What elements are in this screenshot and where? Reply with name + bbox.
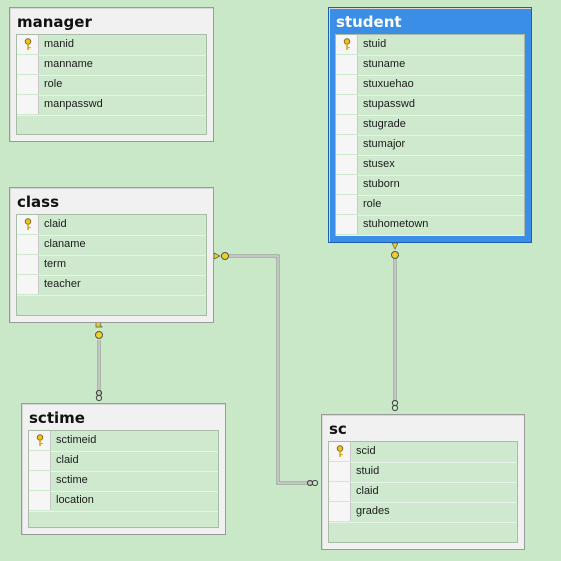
- column-name: claid: [44, 218, 67, 230]
- column-name: scid: [356, 445, 376, 457]
- column-row[interactable]: sctimeid: [29, 431, 218, 452]
- column-row[interactable]: stuname: [336, 55, 524, 76]
- column-row[interactable]: manname: [17, 55, 206, 76]
- column-name: stugrade: [363, 118, 406, 130]
- class-sc-relationship[interactable]: [228, 254, 312, 485]
- column-row[interactable]: stuhometown: [336, 215, 524, 236]
- column-row[interactable]: manpasswd: [17, 95, 206, 116]
- key-end-icon: [391, 242, 399, 259]
- primary-key-icon: [336, 445, 344, 457]
- column-name: claname: [44, 238, 86, 250]
- column-grid: manid manname role manpasswd: [16, 34, 207, 135]
- column-grid: sctimeid claid sctime location: [28, 430, 219, 528]
- column-row[interactable]: claid: [29, 451, 218, 472]
- column-name: stuhometown: [363, 218, 429, 230]
- column-name: manname: [44, 58, 93, 70]
- column-name: manid: [44, 38, 74, 50]
- column-row[interactable]: stuborn: [336, 175, 524, 196]
- column-row[interactable]: claname: [17, 235, 206, 256]
- column-name: stumajor: [363, 138, 406, 150]
- column-name: manpasswd: [44, 98, 103, 110]
- column-row[interactable]: stuxuehao: [336, 75, 524, 96]
- column-grid: stuid stuname stuxuehao stupasswd stugra…: [335, 34, 525, 236]
- primary-key-icon: [36, 434, 44, 446]
- column-row[interactable]: stusex: [336, 155, 524, 176]
- column-name: stuborn: [363, 178, 400, 190]
- column-row[interactable]: scid: [329, 442, 517, 463]
- column-row[interactable]: teacher: [17, 275, 206, 296]
- column-row[interactable]: sctime: [29, 471, 218, 492]
- column-grid: scid stuid claid grades: [328, 441, 518, 543]
- column-name: stusex: [363, 158, 395, 170]
- column-row[interactable]: stupasswd: [336, 95, 524, 116]
- column-name: teacher: [44, 278, 81, 290]
- column-name: stuid: [356, 465, 380, 477]
- column-name: claid: [56, 454, 79, 466]
- column-name: stuxuehao: [363, 78, 414, 90]
- table-manager[interactable]: manager manid manname role manpasswd: [9, 7, 214, 142]
- column-row[interactable]: stuid: [336, 35, 524, 56]
- column-name: claid: [356, 485, 379, 497]
- primary-key-icon: [24, 38, 32, 50]
- table-title: sctime: [29, 409, 85, 427]
- column-name: sctimeid: [56, 434, 97, 446]
- column-row[interactable]: role: [336, 195, 524, 216]
- table-sctime[interactable]: sctime sctimeid claid sctime location: [21, 403, 226, 535]
- table-class[interactable]: class claid claname term teacher: [9, 187, 214, 323]
- column-name: location: [56, 494, 94, 506]
- column-name: grades: [356, 505, 390, 517]
- column-row[interactable]: stuid: [329, 462, 517, 483]
- column-row[interactable]: grades: [329, 502, 517, 523]
- table-title: class: [17, 193, 60, 211]
- table-sc[interactable]: sc scid stuid claid grades: [321, 414, 525, 550]
- table-title: student: [336, 13, 402, 31]
- column-row[interactable]: stugrade: [336, 115, 524, 136]
- column-name: term: [44, 258, 66, 270]
- key-end-icon: [95, 320, 103, 339]
- column-name: role: [44, 78, 63, 90]
- column-name: stupasswd: [363, 98, 415, 110]
- column-name: stuid: [363, 38, 387, 50]
- column-name: stuname: [363, 58, 406, 70]
- key-end-icon: [213, 252, 229, 260]
- column-row[interactable]: location: [29, 491, 218, 512]
- column-row[interactable]: claid: [17, 215, 206, 236]
- column-row[interactable]: term: [17, 255, 206, 276]
- table-title: manager: [17, 13, 92, 31]
- table-student[interactable]: student stuid stuname stuxuehao stupassw…: [328, 7, 532, 243]
- column-row[interactable]: claid: [329, 482, 517, 503]
- table-title: sc: [329, 420, 347, 438]
- column-name: role: [363, 198, 382, 210]
- primary-key-icon: [24, 218, 32, 230]
- primary-key-icon: [343, 38, 351, 50]
- column-row[interactable]: role: [17, 75, 206, 96]
- column-row[interactable]: stumajor: [336, 135, 524, 156]
- column-name: sctime: [56, 474, 88, 486]
- column-grid: claid claname term teacher: [16, 214, 207, 316]
- column-row[interactable]: manid: [17, 35, 206, 56]
